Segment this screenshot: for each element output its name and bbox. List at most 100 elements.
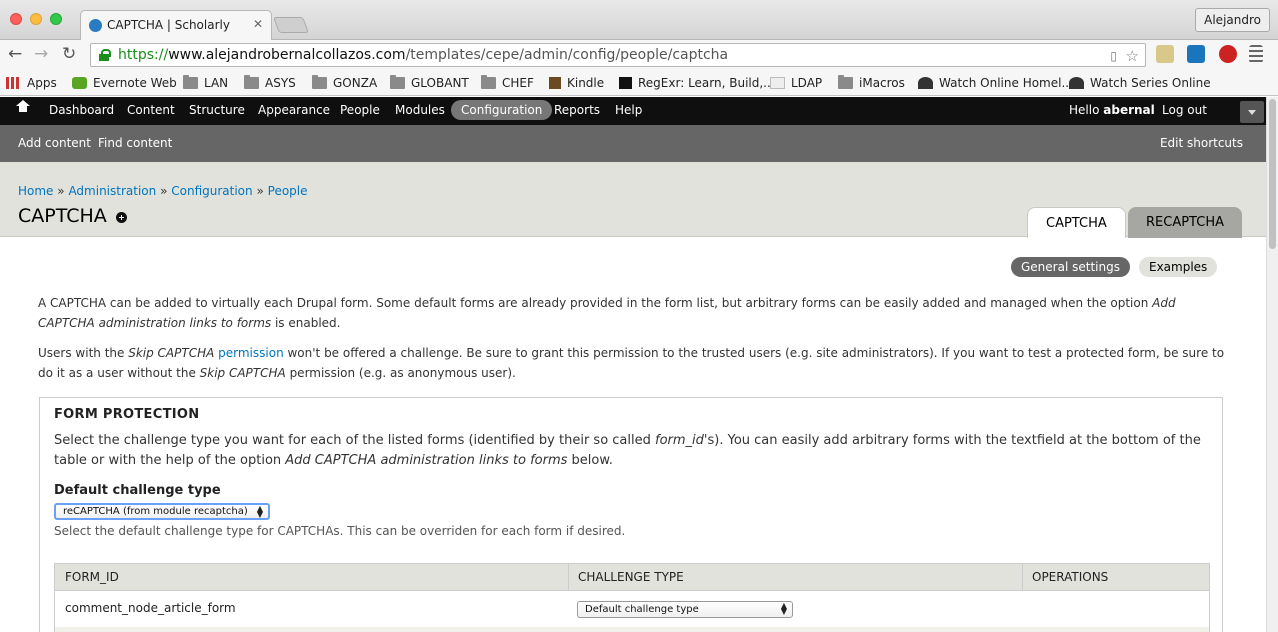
bookmark-star-icon[interactable]: ☆ — [1126, 47, 1139, 65]
row-form-id: comment_node_article_form — [65, 601, 236, 615]
select-arrows-icon: ▲ ▼ — [780, 601, 787, 616]
toolbar-reports[interactable]: Reports — [554, 103, 600, 117]
extension-icon-1[interactable] — [1156, 45, 1174, 63]
column-divider — [568, 564, 569, 591]
tab-title: CAPTCHA | Scholarly — [107, 18, 230, 32]
toolbar-help[interactable]: Help — [615, 103, 642, 117]
reload-icon[interactable]: ↻ — [62, 46, 76, 63]
close-window-button[interactable] — [10, 13, 22, 25]
bookmark-regexr[interactable]: RegExr: Learn, Build,... — [619, 75, 775, 91]
chrome-menu-icon[interactable] — [1249, 45, 1263, 63]
folder-icon — [312, 75, 327, 89]
column-operations: OPERATIONS — [1032, 570, 1109, 584]
tab-examples[interactable]: Examples — [1139, 257, 1218, 277]
toolbar-appearance[interactable]: Appearance — [258, 103, 330, 117]
form-challenge-table: FORM_ID CHALLENGE TYPE OPERATIONS commen… — [54, 563, 1210, 632]
new-tab-button[interactable] — [273, 17, 309, 33]
maximize-window-button[interactable] — [50, 13, 62, 25]
bookmark-ldap[interactable]: LDAP — [770, 75, 822, 91]
url-text[interactable]: https://www.alejandrobernalcollazos.com/… — [118, 47, 728, 63]
folder-icon — [183, 75, 198, 89]
bookmark-evernote[interactable]: Evernote Web — [72, 75, 177, 91]
form-protection-fieldset: FORM PROTECTION Select the challenge typ… — [39, 397, 1223, 632]
tab-close-icon[interactable]: ✕ — [253, 17, 263, 31]
default-challenge-label: Default challenge type — [54, 483, 221, 498]
table-header: FORM_ID CHALLENGE TYPE OPERATIONS — [55, 564, 1209, 591]
logout-link[interactable]: Log out — [1162, 103, 1207, 117]
toolbar-dashboard[interactable]: Dashboard — [49, 103, 114, 117]
row-challenge-value: Default challenge type — [585, 604, 699, 615]
form-protection-description: Select the challenge type you want for e… — [54, 433, 1201, 468]
default-challenge-select[interactable]: reCAPTCHA (from module recaptcha) ▲ ▼ — [54, 503, 270, 520]
shortcut-find-content[interactable]: Find content — [98, 136, 172, 150]
bookmark-lan[interactable]: LAN — [183, 75, 228, 91]
watch-site-icon — [918, 77, 933, 89]
column-form-id: FORM_ID — [65, 570, 119, 584]
fieldset-legend: FORM PROTECTION — [54, 407, 200, 422]
breadcrumb-people[interactable]: People — [268, 184, 308, 198]
breadcrumb-configuration[interactable]: Configuration — [171, 184, 252, 198]
drupal-favicon-icon — [89, 19, 102, 32]
default-challenge-value: reCAPTCHA (from module recaptcha) — [63, 506, 248, 517]
bookmark-watch-series[interactable]: Watch Series Online — [1069, 75, 1211, 91]
address-bar[interactable]: https://www.alejandrobernalcollazos.com/… — [90, 43, 1146, 67]
shortcut-add-content[interactable]: Add content — [18, 136, 91, 150]
permission-link[interactable]: permission — [218, 346, 284, 360]
toolbar-structure[interactable]: Structure — [189, 103, 245, 117]
kindle-icon — [549, 77, 561, 89]
folder-icon — [481, 75, 496, 89]
tab-recaptcha[interactable]: RECAPTCHA — [1128, 207, 1242, 238]
browser-tab-active[interactable]: CAPTCHA | Scholarly ✕ — [80, 10, 272, 40]
scrollbar-thumb[interactable] — [1269, 99, 1276, 249]
breadcrumb-home[interactable]: Home — [18, 184, 53, 198]
admin-toolbar: Dashboard Content Structure Appearance P… — [0, 97, 1266, 125]
bookmark-imacros[interactable]: iMacros — [838, 75, 905, 91]
back-arrow-icon[interactable]: ← — [8, 46, 22, 63]
extension-icon-2[interactable] — [1187, 45, 1205, 63]
profile-button[interactable]: Alejandro — [1195, 8, 1270, 32]
bookmark-kindle[interactable]: Kindle — [549, 75, 604, 91]
intro-paragraph-1: A CAPTCHA can be added to virtually each… — [38, 296, 1176, 330]
add-shortcut-icon[interactable] — [116, 212, 127, 223]
evernote-icon — [72, 77, 87, 89]
lock-icon — [99, 49, 111, 61]
bookmark-globant[interactable]: GLOBANT — [390, 75, 469, 91]
toolbar-configuration[interactable]: Configuration — [451, 100, 553, 120]
tab-general-settings[interactable]: General settings — [1011, 257, 1130, 277]
page-source-icon[interactable]: ▯ — [1110, 49, 1117, 63]
forward-arrow-icon[interactable]: → — [34, 46, 48, 63]
page-title: CAPTCHA — [18, 205, 107, 227]
apps-icon — [6, 77, 21, 89]
home-icon[interactable] — [16, 100, 30, 115]
default-challenge-help: Select the default challenge type for CA… — [54, 524, 626, 538]
bookmark-apps[interactable]: Apps — [6, 75, 57, 91]
bookmark-asys[interactable]: ASYS — [244, 75, 296, 91]
shortcuts-toggle-button[interactable] — [1240, 101, 1264, 123]
intro-paragraph-2: Users with the Skip CAPTCHA permission w… — [38, 346, 1225, 380]
folder-icon — [838, 75, 853, 89]
row-challenge-select[interactable]: Default challenge type ▲ ▼ — [577, 601, 793, 618]
folder-icon — [244, 75, 259, 89]
bookmark-gonza[interactable]: GONZA — [312, 75, 377, 91]
extension-icon-3[interactable] — [1219, 45, 1237, 63]
user-greeting: Hello abernal — [1069, 103, 1155, 117]
tab-captcha[interactable]: CAPTCHA — [1027, 207, 1126, 238]
toolbar-people[interactable]: People — [340, 103, 380, 117]
username[interactable]: abernal — [1103, 103, 1155, 117]
table-row — [55, 627, 1209, 632]
page-scrollbar[interactable] — [1266, 97, 1278, 632]
breadcrumb-administration[interactable]: Administration — [68, 184, 156, 198]
bookmark-chef[interactable]: CHEF — [481, 75, 534, 91]
page-header: Home » Administration » Configuration » … — [0, 162, 1266, 238]
folder-icon — [390, 75, 405, 89]
edit-shortcuts-link[interactable]: Edit shortcuts — [1160, 136, 1243, 150]
page-icon — [770, 77, 785, 89]
select-arrows-icon: ▲ ▼ — [256, 504, 263, 519]
breadcrumb: Home » Administration » Configuration » … — [18, 184, 308, 198]
toolbar-content[interactable]: Content — [127, 103, 175, 117]
toolbar-modules[interactable]: Modules — [395, 103, 445, 117]
regexr-icon — [619, 77, 632, 89]
bookmark-watch-online[interactable]: Watch Online Homel... — [918, 75, 1073, 91]
column-challenge-type: CHALLENGE TYPE — [578, 570, 684, 584]
minimize-window-button[interactable] — [30, 13, 42, 25]
